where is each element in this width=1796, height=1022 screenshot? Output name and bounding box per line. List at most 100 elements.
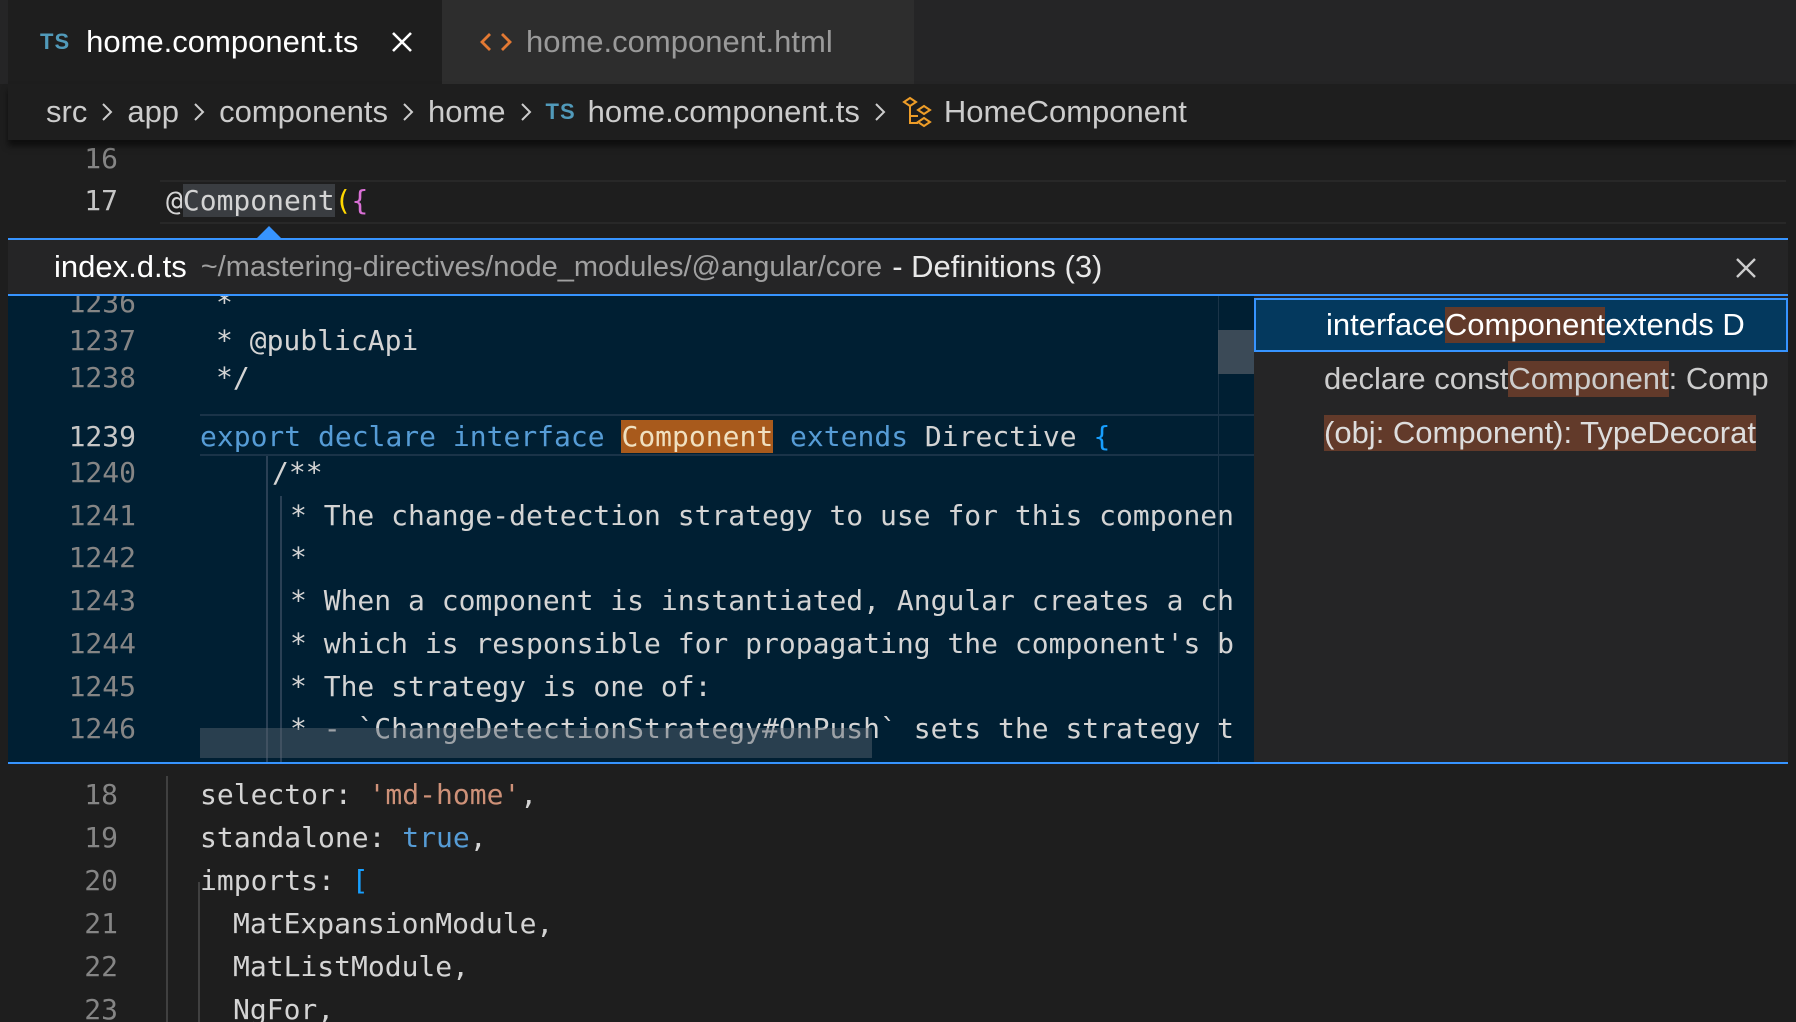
keyword: export [200,420,302,453]
typescript-file-icon: TS [545,99,576,124]
peek-file-path: ~/mastering-directives/node_modules/@ang… [200,250,883,283]
code-line-19[interactable]: standalone: true, [200,821,487,854]
line-number: 1246 [68,712,136,745]
line-number: 16 [84,142,118,175]
vertical-scrollbar[interactable] [1218,330,1254,374]
line-number: 17 [84,184,118,217]
line-number: 1240 [68,456,136,489]
line-number: 1244 [68,627,136,660]
tab-label: home.component.ts [86,24,359,59]
indent-guide [166,776,168,1022]
punctuation: , [469,821,487,854]
class-symbol-icon [902,96,932,128]
breadcrumb-item-symbol[interactable]: HomeComponent [900,94,1187,130]
code-line: * [216,296,233,319]
decorator-symbol: @ [166,184,183,217]
breadcrumb-symbol-label: HomeComponent [943,94,1187,129]
brace-open: { [1093,420,1111,453]
breadcrumb-item-file[interactable]: TS home.component.ts [546,94,860,130]
code-line: * The change-detection strategy to use f… [290,499,1235,532]
code-line: * When a component is instantiated, Angu… [290,584,1235,617]
paren-open: ( [334,184,352,217]
html-file-icon [480,33,512,51]
typescript-file-icon: TS [40,29,71,54]
code-line-1239[interactable]: export declare interface Component exten… [200,420,1110,453]
reference-text: : Comp [1668,361,1769,396]
reference-match: Component [1444,307,1606,343]
reference-match: Component [1508,361,1669,397]
breadcrumb-item-src[interactable]: src [46,94,87,130]
breadcrumb-item-components[interactable]: components [219,94,388,130]
breadcrumb-item-home[interactable]: home [428,94,506,130]
close-icon[interactable] [384,24,420,60]
current-line-highlight [160,180,1786,224]
code-line: * which is responsible for propagating t… [290,627,1235,660]
horizontal-scrollbar[interactable] [200,728,872,758]
type-name[interactable]: Directive [925,420,1077,453]
brace-open: { [351,184,369,217]
indent-guide [280,496,282,762]
chevron-right-icon [102,103,113,121]
breadcrumb-file-label: home.component.ts [587,94,860,129]
line-number: 1241 [68,499,136,532]
code-line-21[interactable]: MatExpansionModule, [233,907,553,940]
keyword: extends [790,420,909,453]
peek-references-list: interface Component extends D declare co… [1254,296,1788,762]
indent-guide [266,456,268,762]
code-line-20[interactable]: imports: [ [200,864,369,897]
breadcrumb: src app components home TS home.componen… [8,84,1796,140]
tab-bar: TS home.component.ts home.component.html [0,0,1796,84]
tab-home-component-ts[interactable]: TS home.component.ts [8,0,442,84]
code-line-17[interactable]: @Component({ [166,184,368,217]
breadcrumb-item-app[interactable]: app [127,94,179,130]
peek-border [8,762,1788,764]
line-number: 1245 [68,670,136,703]
bracket-open: [ [351,864,369,897]
code-line: * @publicApi [216,324,419,357]
reference-text: interface [1326,307,1445,342]
peek-file-name[interactable]: index.d.ts [54,249,187,285]
tab-label: home.component.html [526,24,833,59]
line-number: 1236 [68,296,136,319]
code-line-18[interactable]: selector: 'md-home', [200,778,537,811]
chevron-right-icon [520,103,531,121]
chevron-right-icon [194,103,205,121]
tab-home-component-html[interactable]: home.component.html [442,0,914,84]
chevron-right-icon [403,103,414,121]
keyword: declare [318,420,437,453]
code-line-23[interactable]: NgFor, [233,993,334,1022]
reference-item[interactable]: interface Component extends D [1254,298,1788,352]
property-key: imports: [200,864,352,897]
line-number: 18 [84,778,118,811]
reference-match: (obj: Component): TypeDecorat [1324,415,1756,451]
code-line: * [290,541,307,574]
chevron-right-icon [875,103,886,121]
string-value: 'md-home' [368,778,521,811]
line-number: 1238 [68,361,136,394]
line-number: 1237 [68,324,136,357]
peek-header: index.d.ts ~/mastering-directives/node_m… [8,238,1788,296]
line-number: 20 [84,864,118,897]
keyword: interface [452,420,605,453]
line-number: 1243 [68,584,136,617]
code-line: /** [272,456,323,489]
reference-item[interactable]: declare const Component: Comp [1254,352,1788,406]
line-number: 23 [84,993,118,1022]
indent-guide [198,882,200,1022]
peek-editor[interactable]: 1236 * 1237 * @publicApi 1238 */ 1239 ex… [8,296,1254,762]
reference-item[interactable]: (obj: Component): TypeDecorat [1254,406,1788,460]
property-key: selector: [200,778,369,811]
close-icon[interactable] [1730,252,1762,284]
punctuation: , [520,778,538,811]
line-number: 21 [84,907,118,940]
line-number: 22 [84,950,118,983]
reference-text: declare const [1324,361,1509,396]
decorator-name[interactable]: Component [182,184,335,217]
code-line: * The strategy is one of: [290,670,712,703]
reference-text: extends D [1605,307,1745,342]
symbol-match[interactable]: Component [621,420,774,453]
line-number: 1239 [68,420,136,453]
code-line: */ [216,361,250,394]
boolean-value: true [402,821,470,854]
code-line-22[interactable]: MatListModule, [233,950,469,983]
